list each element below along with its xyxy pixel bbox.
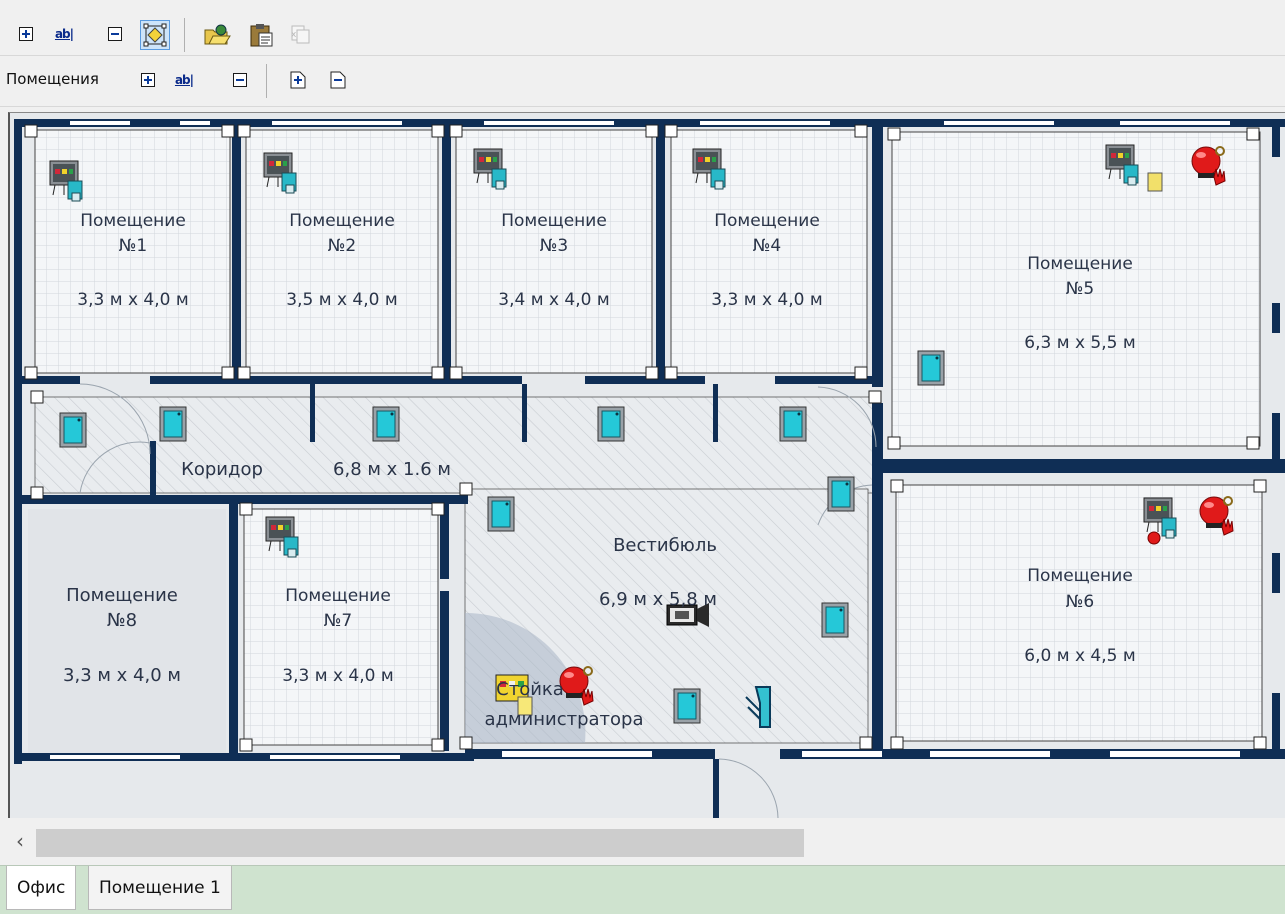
sensor-icon[interactable] <box>159 406 187 442</box>
remove-icon <box>233 73 247 87</box>
room-8-title: Помещение <box>66 585 178 606</box>
sensor-icon[interactable] <box>673 688 701 724</box>
room-7-size: 3,3 м х 4,0 м <box>282 666 393 686</box>
room-5-title: Помещение <box>1027 254 1133 274</box>
floor-plan[interactable]: Помещение №1 3,3 м х 4,0 м Помещение №2 … <box>10 113 1285 818</box>
rename-icon: ab| <box>174 73 194 87</box>
room-4-size: 3,3 м х 4,0 м <box>711 290 822 310</box>
rename-icon: ab| <box>54 27 74 41</box>
room-5-size: 6,3 м х 5,5 м <box>1024 333 1135 353</box>
sensor-icon[interactable] <box>597 406 625 442</box>
room-1-title: Помещение <box>80 211 186 231</box>
paste-button[interactable] <box>246 20 276 50</box>
expand-button[interactable] <box>286 68 310 92</box>
room-3-number: №3 <box>540 236 569 256</box>
room-1-number: №1 <box>119 236 148 256</box>
toolbar-separator <box>184 18 185 52</box>
room-2-number: №2 <box>328 236 357 256</box>
collapse-button[interactable] <box>326 68 350 92</box>
horizontal-scrollbar[interactable]: ‹ <box>8 819 1285 865</box>
room-4-title: Помещение <box>714 211 820 231</box>
reception-subtitle: администратора <box>484 709 643 730</box>
copy-button-disabled[interactable]: x <box>288 22 312 46</box>
open-folder-icon <box>204 24 231 45</box>
sensor-icon[interactable] <box>372 406 400 442</box>
rooms-label: Помещения <box>6 70 99 88</box>
remove-icon <box>108 27 122 41</box>
add-icon <box>19 27 33 41</box>
tab-bar: Офис Помещение 1 <box>0 865 1285 914</box>
scroll-left-icon[interactable]: ‹ <box>16 829 24 853</box>
sensor-icon[interactable] <box>779 406 807 442</box>
add-room-button[interactable] <box>136 68 160 92</box>
expand-icon <box>290 71 306 89</box>
room-2-size: 3,5 м х 4,0 м <box>286 290 397 310</box>
scrollbar-thumb[interactable] <box>36 829 804 857</box>
main-toolbar: ab| x <box>0 0 1285 56</box>
room-5-number: №5 <box>1066 279 1095 299</box>
select-room-button[interactable] <box>140 20 170 50</box>
room-8-number: №8 <box>107 610 137 631</box>
room-2-title: Помещение <box>289 211 395 231</box>
paste-icon <box>250 24 273 47</box>
lobby-title: Вестибюль <box>613 535 717 556</box>
sensor-icon[interactable] <box>821 602 849 638</box>
room-1-size: 3,3 м х 4,0 м <box>77 290 188 310</box>
room-3-title: Помещение <box>501 211 607 231</box>
sensor-icon[interactable] <box>59 412 87 448</box>
room-8-size: 3,3 м х 4,0 м <box>63 665 181 686</box>
rooms-toolbar: Помещения ab| <box>0 56 1285 107</box>
room-6-title: Помещение <box>1027 566 1133 586</box>
lamp-icon[interactable] <box>1147 531 1161 545</box>
disabled-copy-icon: x <box>291 25 310 44</box>
sensor-icon[interactable] <box>917 350 945 386</box>
reception-title: Стойка <box>496 679 564 700</box>
corridor-title: Коридор <box>181 459 263 480</box>
svg-text:x: x <box>291 30 297 40</box>
card-reader-icon[interactable] <box>1147 172 1163 192</box>
select-room-icon <box>143 23 167 47</box>
toolbar-separator <box>266 64 267 98</box>
tab-office[interactable]: Офис <box>6 866 77 910</box>
sensor-icon[interactable] <box>487 496 515 532</box>
open-button[interactable] <box>202 20 232 50</box>
tab-room-1[interactable]: Помещение 1 <box>88 866 232 910</box>
remove-button[interactable] <box>103 22 127 46</box>
room-7-title: Помещение <box>285 586 391 606</box>
add-icon <box>141 73 155 87</box>
room-6-size: 6,0 м х 4,5 м <box>1024 646 1135 666</box>
rename-room-button[interactable]: ab| <box>172 68 196 92</box>
lobby-size: 6,9 м х 5,8 м <box>599 589 717 610</box>
rename-button[interactable]: ab| <box>52 22 76 46</box>
floor-plan-canvas[interactable]: Помещение №1 3,3 м х 4,0 м Помещение №2 … <box>8 112 1285 818</box>
room-6-number: №6 <box>1066 592 1095 612</box>
room-8[interactable] <box>28 509 226 753</box>
room-7-number: №7 <box>324 611 353 631</box>
collapse-icon <box>330 71 346 89</box>
add-button[interactable] <box>14 22 38 46</box>
room-3-size: 3,4 м х 4,0 м <box>498 290 609 310</box>
corridor-size: 6,8 м х 1.6 м <box>333 459 451 480</box>
room-4-number: №4 <box>753 236 782 256</box>
sensor-icon[interactable] <box>827 476 855 512</box>
remove-room-button[interactable] <box>228 68 252 92</box>
